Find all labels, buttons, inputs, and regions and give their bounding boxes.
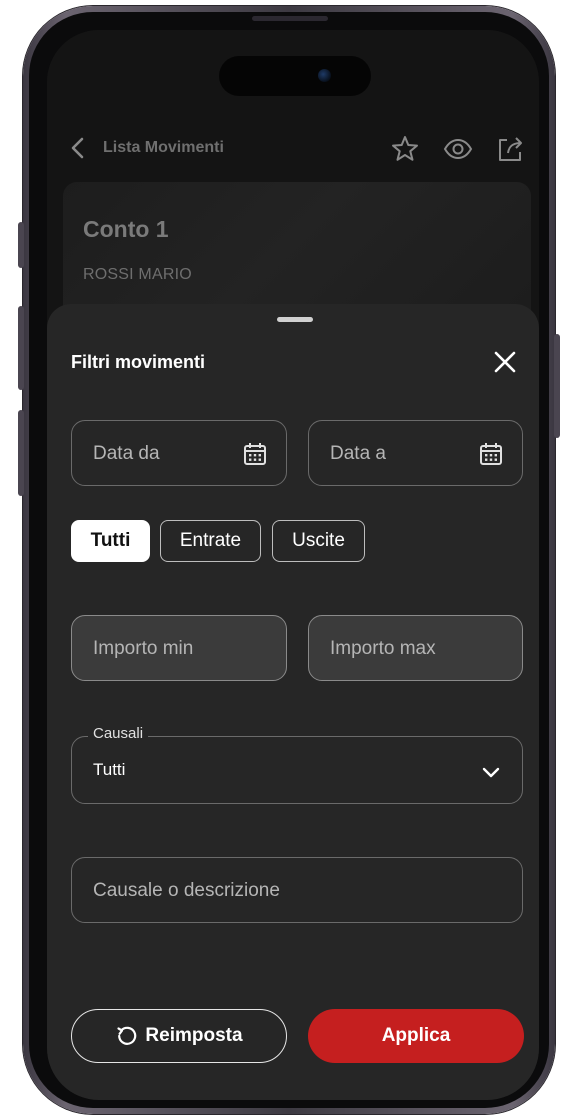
close-icon[interactable] [491, 348, 519, 376]
amount-min-placeholder: Importo min [93, 638, 194, 659]
top-navigation-bar: Lista Movimenti [47, 126, 539, 170]
dynamic-island [219, 56, 371, 96]
device-action-button [18, 222, 24, 268]
page-title: Lista Movimenti [103, 139, 224, 156]
account-name: Conto 1 [83, 216, 169, 242]
amount-max-field[interactable]: Importo max [308, 615, 523, 681]
description-placeholder: Causale o descrizione [93, 880, 280, 901]
date-from-field[interactable]: Data da [71, 420, 287, 486]
chip-tutti[interactable]: Tutti [71, 520, 150, 562]
description-field[interactable]: Causale o descrizione [71, 857, 523, 923]
device-power-button [554, 334, 560, 438]
account-holder: ROSSI MARIO [83, 266, 192, 283]
eye-icon[interactable] [443, 134, 473, 164]
date-to-field[interactable]: Data a [308, 420, 523, 486]
sheet-drag-handle[interactable] [277, 317, 313, 322]
causali-value: Tutti [93, 760, 126, 779]
amount-min-field[interactable]: Importo min [71, 615, 287, 681]
device-volume-up-button [18, 306, 24, 390]
filter-bottom-sheet: Filtri movimenti Data da Data a Tutti En… [47, 304, 539, 1100]
reset-button-label: Reimposta [145, 1025, 243, 1046]
date-from-placeholder: Data da [93, 443, 160, 464]
screen: Lista Movimenti Conto 1 ROSSI MARIO Filt… [47, 30, 539, 1100]
sheet-title: Filtri movimenti [71, 352, 206, 372]
calendar-icon[interactable] [242, 441, 268, 467]
back-icon[interactable] [67, 136, 89, 160]
reset-button[interactable]: Reimposta [71, 1009, 287, 1063]
apply-button[interactable]: Applica [308, 1009, 524, 1063]
reset-icon [117, 1026, 137, 1045]
date-to-placeholder: Data a [330, 443, 386, 464]
causali-label: Causali [88, 725, 149, 742]
share-icon[interactable] [495, 134, 525, 164]
device-speaker [252, 16, 328, 21]
chip-entrate[interactable]: Entrate [160, 520, 261, 562]
chip-uscite[interactable]: Uscite [272, 520, 365, 562]
chevron-down-icon[interactable] [480, 761, 502, 783]
calendar-icon[interactable] [478, 441, 504, 467]
device-volume-down-button [18, 410, 24, 496]
camera-icon [318, 69, 331, 82]
causali-select[interactable]: Causali Tutti [71, 725, 523, 804]
amount-max-placeholder: Importo max [330, 638, 436, 659]
star-icon[interactable] [390, 134, 420, 164]
